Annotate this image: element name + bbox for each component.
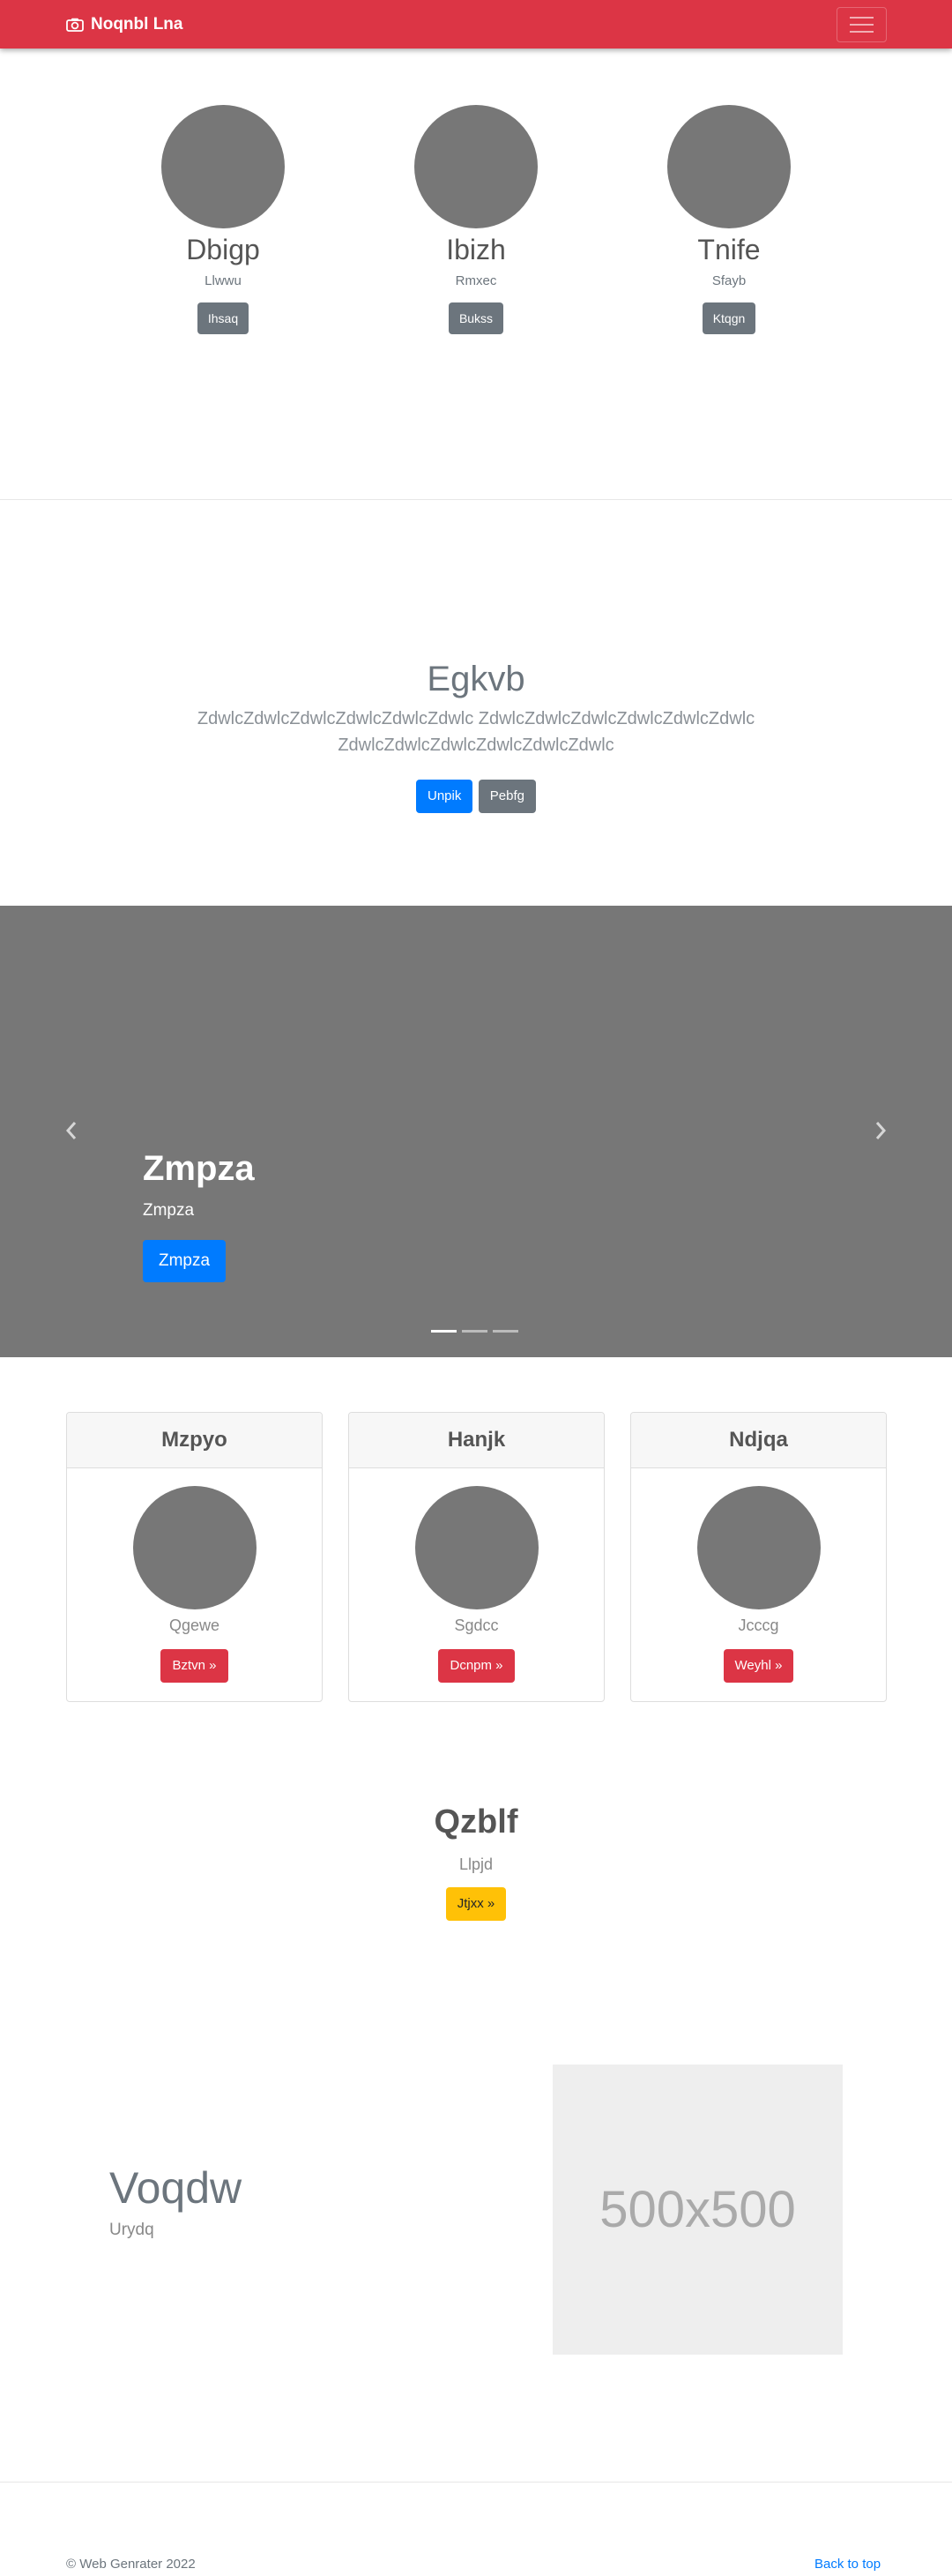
navbar: Noqnbl Lna xyxy=(0,0,952,49)
avatar-button[interactable]: Ihsaq xyxy=(197,302,249,334)
card-button[interactable]: Weyhl » xyxy=(723,1649,794,1683)
carousel-indicator[interactable] xyxy=(462,1330,487,1333)
avatar-name: Dbigp xyxy=(186,234,260,265)
card-button[interactable]: Bztvn » xyxy=(160,1649,228,1683)
footer-copyright: © Web Genrater 2022 xyxy=(66,2557,196,2572)
placeholder-image: 500x500 xyxy=(553,2065,843,2355)
jumbotron-title: Egkvb xyxy=(427,660,525,698)
card-subtitle: Sgdcc xyxy=(454,1617,499,1634)
center-title: Qzblf xyxy=(434,1803,518,1841)
camera-icon xyxy=(66,18,84,32)
brand-label: Noqnbl Lna xyxy=(91,14,183,34)
section-divider xyxy=(0,499,952,500)
card-subtitle: Jcccg xyxy=(738,1617,779,1634)
card-button[interactable]: Dcnpm » xyxy=(438,1649,515,1683)
avatar-column: Tnife Sfayb Ktqgn xyxy=(619,105,839,334)
center-section: Qzblf Llpjd Jtjxx » xyxy=(0,1799,952,1921)
card-image xyxy=(132,1486,257,1609)
jumbotron: Egkvb ZdwlcZdwlcZdwlcZdwlcZdwlcZdwlc Zdw… xyxy=(0,654,952,813)
chevron-right-icon[interactable] xyxy=(871,1117,890,1144)
footer-divider xyxy=(0,2482,952,2483)
jumbotron-secondary-button[interactable]: Pebfg xyxy=(478,780,536,813)
carousel-title: Zmpza xyxy=(143,1149,255,1188)
carousel-indicator[interactable] xyxy=(493,1330,518,1333)
jumbotron-text: ZdwlcZdwlcZdwlcZdwlcZdwlcZdwlc ZdwlcZdwl… xyxy=(197,709,755,755)
avatar-image xyxy=(161,105,285,228)
avatar-name: Ibizh xyxy=(446,234,506,265)
center-subtitle: Llpjd xyxy=(458,1855,494,1873)
card-image xyxy=(414,1486,539,1609)
feature-subtitle: Urydq xyxy=(109,2221,154,2239)
center-button[interactable]: Jtjxx » xyxy=(445,1887,507,1921)
carousel-subtitle: Zmpza xyxy=(143,1201,195,1220)
avatar-column: Ibizh Rmxec Bukss xyxy=(366,105,586,334)
navbar-brand[interactable]: Noqnbl Lna xyxy=(66,0,182,49)
avatar-name: Tnife xyxy=(697,234,761,265)
back-to-top-link[interactable]: Back to top xyxy=(814,2556,881,2573)
carousel-indicator[interactable] xyxy=(431,1330,457,1333)
card-subtitle: Qgewe xyxy=(168,1617,220,1634)
card-header: Ndjqa xyxy=(631,1413,886,1468)
card-header: Mzpyo xyxy=(67,1413,322,1468)
avatar-button[interactable]: Bukss xyxy=(448,302,504,334)
feature-title: Voqdw xyxy=(109,2163,242,2213)
carousel-button[interactable]: Zmpza xyxy=(143,1240,227,1282)
carousel: Zmpza Zmpza Zmpza xyxy=(0,906,952,1357)
card-image xyxy=(696,1486,821,1609)
card: Hanjk Sgdcc Dcnpm » xyxy=(348,1412,605,1702)
avatar-image xyxy=(414,105,538,228)
card-header: Hanjk xyxy=(349,1413,604,1468)
carousel-caption: Zmpza Zmpza Zmpza xyxy=(143,1146,255,1282)
avatar-button[interactable]: Ktqgn xyxy=(702,302,756,334)
avatar-image xyxy=(667,105,791,228)
avatar-column: Dbigp Llwwu Ihsaq xyxy=(113,105,333,334)
carousel-indicators xyxy=(431,1330,518,1333)
avatar-subtitle: Rmxec xyxy=(455,273,497,288)
card: Ndjqa Jcccg Weyhl » xyxy=(630,1412,887,1702)
avatar-subtitle: Sfayb xyxy=(711,273,747,288)
avatar-subtitle: Llwwu xyxy=(205,273,242,288)
hamburger-icon xyxy=(850,17,874,19)
chevron-left-icon[interactable] xyxy=(62,1117,81,1144)
navbar-toggler-button[interactable] xyxy=(837,7,887,42)
card: Mzpyo Qgewe Bztvn » xyxy=(66,1412,323,1702)
placeholder-label: 500x500 xyxy=(599,2181,796,2238)
jumbotron-primary-button[interactable]: Unpik xyxy=(415,780,473,813)
